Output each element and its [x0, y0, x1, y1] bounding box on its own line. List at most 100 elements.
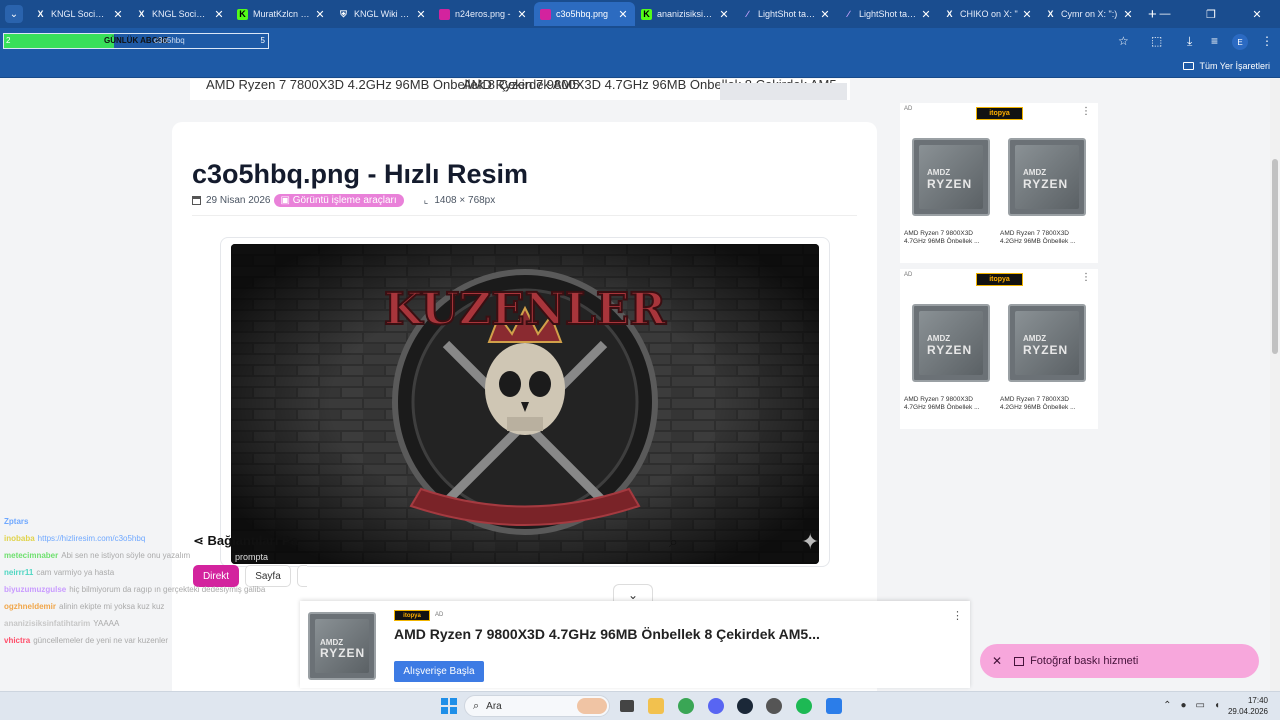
dimensions-icon: ⌞: [423, 195, 429, 206]
browser-tab[interactable]: Kananizisiksinfar ✕: [635, 2, 736, 26]
file-explorer-icon[interactable]: [648, 698, 664, 714]
close-tab-icon[interactable]: ✕: [314, 8, 326, 21]
address-bar[interactable]: 2 GÜNLÜK ABONE c3o5hbq 5: [3, 33, 269, 49]
page-scrollbar[interactable]: [1270, 79, 1280, 691]
zoom-icon[interactable]: ⌕: [669, 532, 678, 551]
ad-product-caption[interactable]: AMD Ryzen 7 9800X3D 4.7GHz 96MB Önbellek…: [904, 230, 992, 246]
browser-tab[interactable]: ⛨ KNGL Wiki Por ✕: [332, 2, 433, 26]
close-tab-icon[interactable]: ✕: [415, 8, 427, 21]
chat-username: ogzhneldemir: [4, 602, 57, 611]
chat-text: hiç bilmiyorum da ragıp ın gerçekteki de…: [69, 585, 266, 594]
browser-tab[interactable]: n24eros.png - ✕: [433, 2, 534, 26]
restore-icon[interactable]: ❐: [1188, 8, 1234, 21]
chat-message: vhictra güncellemeler de yeni ne var kuze…: [4, 632, 304, 649]
scrollbar-thumb[interactable]: [1272, 159, 1278, 354]
photo-icon: [1014, 656, 1025, 666]
app-icon[interactable]: [766, 698, 782, 714]
all-bookmarks-button[interactable]: Tüm Yer İşaretleri: [1183, 61, 1270, 71]
cpu-model-text: RYZEN: [1023, 177, 1069, 191]
category-tag-label: Görüntü işleme araçları: [292, 195, 397, 206]
ad-product-image[interactable]: AMDZ RYZEN: [1008, 138, 1086, 216]
extensions-icon[interactable]: ⬚: [1151, 34, 1162, 48]
browser-tab[interactable]: c3o5hbq.png ✕: [534, 2, 635, 26]
notepad-icon[interactable]: [826, 698, 842, 714]
browser-tab[interactable]: K MuratKzlcn Clip ✕: [231, 2, 332, 26]
spotify-icon[interactable]: [796, 698, 812, 714]
search-icon: ⌕: [473, 699, 480, 712]
close-tab-icon[interactable]: ✕: [819, 8, 831, 21]
ad-product-image[interactable]: AMDZ RYZEN: [912, 304, 990, 382]
ad-options-icon[interactable]: ⋮: [1081, 106, 1091, 117]
close-tab-icon[interactable]: ✕: [617, 8, 629, 21]
top-product-strip: AMD Ryzen 7 7800X3D 4.2GHz 96MB Önbellek…: [190, 79, 850, 100]
browser-tab[interactable]: ∕ LightShot taraf ✕: [837, 2, 938, 26]
discord-icon[interactable]: [708, 698, 724, 714]
download-icon[interactable]: ⤓: [1187, 34, 1192, 49]
browser-tab[interactable]: ∕ LightShot taraf ✕: [736, 2, 837, 26]
close-tab-icon[interactable]: ✕: [516, 8, 528, 21]
tab-list: XKNGL Social Co✕XKNGL Social Co✕KMuratKz…: [29, 2, 1140, 26]
subscriber-progress-bar: [4, 34, 114, 48]
uploaded-image[interactable]: KUZENLER ✦ ⌕ prompta: [231, 244, 819, 564]
ad-product-caption[interactable]: AMD Ryzen 7 9800X3D 4.7GHz 96MB Önbellek…: [904, 396, 992, 412]
close-tab-icon[interactable]: ✕: [1021, 8, 1033, 21]
chat-message: ananizisiksinfatihtarim YAAAA: [4, 615, 304, 632]
ad-product-image[interactable]: AMDZ RYZEN: [912, 138, 990, 216]
photo-print-service-pill[interactable]: ✕ Fotoğraf baskı hizmeti: [980, 644, 1259, 678]
cpu-brand-text: AMDZ: [1023, 334, 1047, 343]
close-window-icon[interactable]: ✕: [1234, 8, 1280, 21]
sticky-bottom-ad[interactable]: AMDZ RYZEN itopya AD AMD Ryzen 7 9800X3D…: [300, 601, 970, 688]
system-clock[interactable]: 17:40 29.04.2026: [1228, 695, 1268, 717]
ad-product-image[interactable]: AMDZ RYZEN: [1008, 304, 1086, 382]
ad-options-icon[interactable]: ⋮: [952, 609, 963, 622]
close-tab-icon[interactable]: ✕: [718, 8, 730, 21]
close-tab-icon[interactable]: ✕: [112, 8, 124, 21]
task-view-icon[interactable]: [620, 700, 634, 712]
steam-icon[interactable]: [737, 698, 753, 714]
chat-message: metecimnaber Abi sen ne istiyon söyle onu…: [4, 547, 304, 564]
close-tab-icon[interactable]: ✕: [1122, 8, 1134, 21]
ad-product-caption[interactable]: AMD Ryzen 7 7800X3D 4.2GHz 96MB Önbellek…: [1000, 230, 1088, 246]
emblem-banner-text: KUZENLER: [384, 284, 666, 335]
ad-product-caption[interactable]: AMD Ryzen 7 7800X3D 4.2GHz 96MB Önbellek…: [1000, 396, 1088, 412]
ad-label: AD: [904, 106, 913, 112]
bookmarks-bar: Tüm Yer İşaretleri: [0, 56, 1280, 78]
tab-search-button[interactable]: ⌄: [5, 5, 23, 23]
sidebar-ad[interactable]: AD itopya ⋮ AMDZ RYZEN AMD Ryzen 7 9800X3D 4.…: [900, 269, 1098, 429]
tab-title: KNGL Wiki Por: [354, 9, 412, 19]
browser-tab[interactable]: X KNGL Social Co✕: [29, 2, 130, 26]
star-icon[interactable]: ☆: [1118, 34, 1129, 48]
sidebar-ad[interactable]: AD itopya ⋮ AMDZ RYZEN AMD Ryzen 7 9800X3D 4.…: [900, 103, 1098, 263]
network-icon[interactable]: ▭: [1196, 700, 1205, 711]
menu-icon[interactable]: ⋮: [1261, 34, 1273, 48]
pill-label: Fotoğraf baskı hizmeti: [1030, 655, 1139, 667]
microphone-icon[interactable]: ●: [1180, 700, 1186, 711]
ad-options-icon[interactable]: ⋮: [1081, 272, 1091, 283]
minimize-icon[interactable]: —: [1142, 8, 1188, 20]
media-icon[interactable]: ≡: [1211, 34, 1218, 48]
shop-now-button[interactable]: Alışverişe Başla: [394, 661, 484, 682]
volume-icon[interactable]: ◖: [1214, 700, 1220, 711]
close-tab-icon[interactable]: ✕: [213, 8, 225, 21]
chrome-icon[interactable]: [678, 698, 694, 714]
category-tag[interactable]: ▣ Görüntü işleme araçları: [273, 194, 404, 207]
tab-title: n24eros.png -: [455, 9, 511, 19]
browser-tab[interactable]: X Cymr on X: ":) ✕: [1039, 2, 1140, 26]
kick-logo-icon: K: [237, 8, 248, 20]
profile-avatar[interactable]: E: [1232, 34, 1248, 50]
sparkle-icon: ✦: [801, 530, 819, 555]
cpu-model-text: RYZEN: [927, 177, 973, 191]
system-tray: ⌃ ● ▭ ◖: [1163, 700, 1220, 711]
feather-icon: ∕: [847, 9, 850, 19]
url-text[interactable]: c3o5hbq: [154, 36, 185, 45]
taskbar-search[interactable]: ⌕ Ara: [464, 695, 610, 717]
close-tab-icon[interactable]: ✕: [920, 8, 932, 21]
browser-tab[interactable]: X CHIKO on X: " ✕: [938, 2, 1039, 26]
clock-date: 29.04.2026: [1227, 707, 1268, 716]
tray-chevron-icon[interactable]: ⌃: [1163, 700, 1171, 711]
ad-title[interactable]: AMD Ryzen 7 9800X3D 4.7GHz 96MB Önbellek…: [394, 626, 820, 642]
close-icon[interactable]: ✕: [992, 654, 1002, 668]
browser-tab[interactable]: X KNGL Social Co✕: [130, 2, 231, 26]
windows-start-icon[interactable]: [441, 698, 457, 714]
chat-username: inobaba: [4, 534, 35, 543]
